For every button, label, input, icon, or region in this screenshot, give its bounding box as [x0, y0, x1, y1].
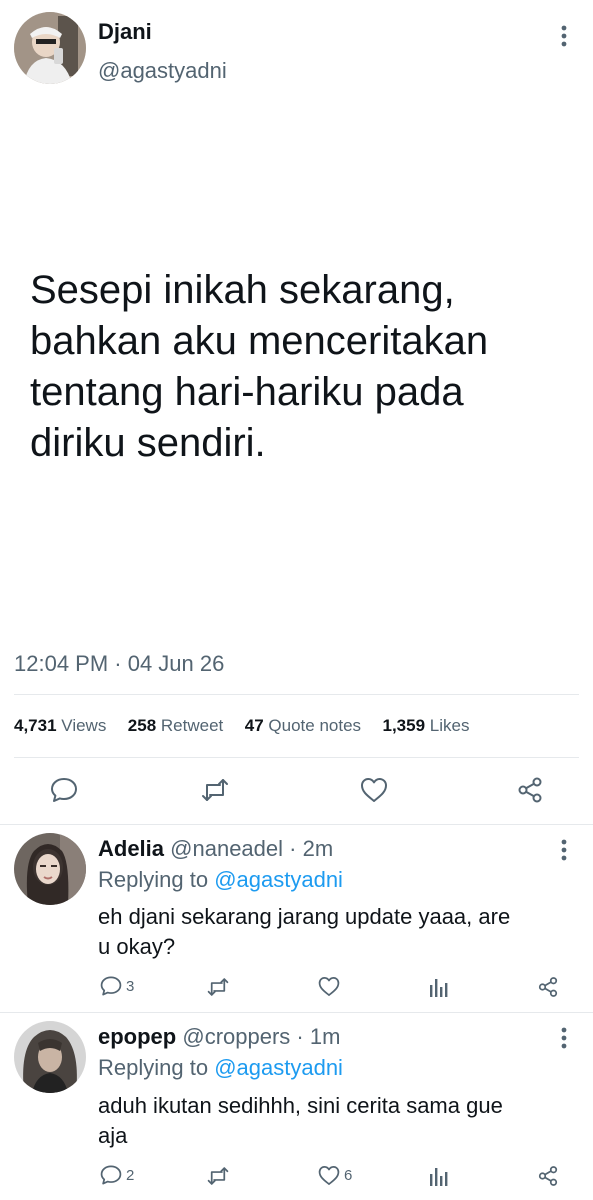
replying-to-prefix: Replying to — [98, 1055, 209, 1080]
views-count: 4,731 — [14, 716, 57, 735]
reply-text: eh djani sekarang jarang update yaaa, ar… — [98, 902, 510, 962]
author-avatar[interactable] — [14, 12, 86, 84]
reply-author-handle[interactable]: @croppers — [182, 1024, 290, 1049]
reply-header: epopep @croppers · 1m — [98, 1023, 340, 1051]
replying-to: Replying to @agastyadni — [98, 866, 343, 894]
author-handle[interactable]: @agastyadni — [98, 57, 227, 85]
reply-text-line: u okay? — [98, 934, 176, 959]
quotes-stat[interactable]: 47 Quote notes — [245, 716, 366, 735]
share-icon[interactable] — [516, 776, 544, 804]
stats-row: 4,731 Views 258 Retweet 47 Quote notes 1… — [14, 714, 469, 738]
divider — [14, 694, 579, 695]
analytics-icon[interactable] — [428, 1166, 448, 1186]
author-name[interactable]: Djani — [98, 18, 152, 46]
tweet-line: bahkan aku menceritakan — [30, 319, 489, 363]
like-button[interactable] — [318, 976, 344, 997]
reply-text-line: aja — [98, 1123, 128, 1148]
retweets-count: 258 — [127, 716, 157, 735]
reply-text-line: aduh ikutan sedihhh, sini cerita sama gu… — [98, 1093, 503, 1118]
reply-icon — [100, 1164, 122, 1186]
likes-count: 1,359 — [382, 716, 426, 735]
tweet-line: diriku sendiri. — [30, 421, 266, 465]
like-button[interactable]: 6 — [318, 1165, 352, 1186]
like-icon — [318, 976, 340, 997]
replying-to-prefix: Replying to — [98, 867, 209, 892]
more-options-icon[interactable] — [556, 836, 572, 864]
retweet-icon[interactable] — [206, 1165, 230, 1187]
reply-header: Adelia @naneadel · 2m — [98, 835, 333, 863]
reply-button[interactable]: 2 — [100, 1164, 134, 1186]
replying-to: Replying to @agastyadni — [98, 1054, 343, 1082]
reply-time[interactable]: · 2m — [289, 836, 333, 861]
more-options-icon[interactable] — [556, 22, 572, 50]
retweets-label: Retweet — [160, 716, 224, 735]
views-stat[interactable]: 4,731 Views — [14, 716, 111, 735]
more-options-icon[interactable] — [556, 1024, 572, 1052]
reply-author-name[interactable]: Adelia — [98, 836, 164, 861]
reply-icon — [100, 975, 122, 997]
quotes-count: 47 — [244, 716, 264, 735]
tweet-line: Sesepi inikah sekarang, — [30, 268, 455, 312]
reply-author-name[interactable]: epopep — [98, 1024, 176, 1049]
reply-count: 2 — [126, 1166, 135, 1184]
like-icon — [318, 1165, 340, 1186]
reply-icon[interactable] — [50, 776, 78, 804]
reply-count: 3 — [126, 977, 135, 995]
reply-text: aduh ikutan sedihhh, sini cerita sama gu… — [98, 1091, 503, 1151]
divider — [14, 757, 579, 758]
divider — [0, 1012, 593, 1013]
replying-to-link[interactable]: @agastyadni — [214, 1055, 343, 1080]
replying-to-link[interactable]: @agastyadni — [214, 867, 343, 892]
share-icon[interactable] — [537, 976, 559, 998]
retweets-stat[interactable]: 258 Retweet — [128, 716, 228, 735]
tweet-line: tentang hari-hariku pada — [30, 370, 464, 414]
reply-avatar[interactable] — [14, 1021, 86, 1093]
retweet-icon[interactable] — [200, 776, 230, 804]
analytics-icon[interactable] — [428, 977, 448, 997]
tweet-timestamp[interactable]: 12:04 PM · 04 Jun 26 — [14, 650, 224, 678]
likes-label: Likes — [429, 716, 470, 735]
retweet-icon[interactable] — [206, 976, 230, 998]
views-label: Views — [61, 716, 107, 735]
reply-button[interactable]: 3 — [100, 975, 134, 997]
tweet-text: Sesepi inikah sekarang, bahkan aku mence… — [30, 265, 488, 469]
like-icon[interactable] — [360, 777, 388, 803]
reply-text-line: eh djani sekarang jarang update yaaa, ar… — [98, 904, 511, 929]
like-count: 6 — [344, 1167, 353, 1184]
divider — [0, 824, 593, 825]
reply-time[interactable]: · 1m — [296, 1024, 340, 1049]
likes-stat[interactable]: 1,359 Likes — [383, 716, 470, 735]
reply-author-handle[interactable]: @naneadel — [170, 836, 283, 861]
share-icon[interactable] — [537, 1165, 559, 1187]
quotes-label: Quote notes — [268, 716, 362, 735]
reply-avatar[interactable] — [14, 833, 86, 905]
